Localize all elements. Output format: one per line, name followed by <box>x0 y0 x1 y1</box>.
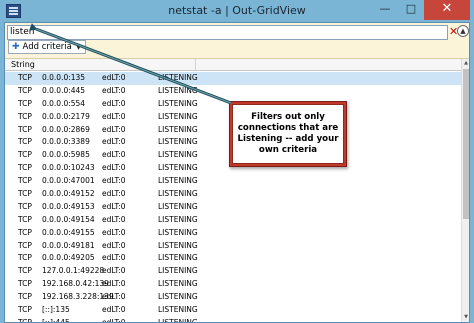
arrow-highlight <box>35 28 232 104</box>
callout-arrow <box>28 23 232 105</box>
out-gridview-window: netstat -a | Out-GridView — □ ✕ listen ✕… <box>0 0 474 323</box>
